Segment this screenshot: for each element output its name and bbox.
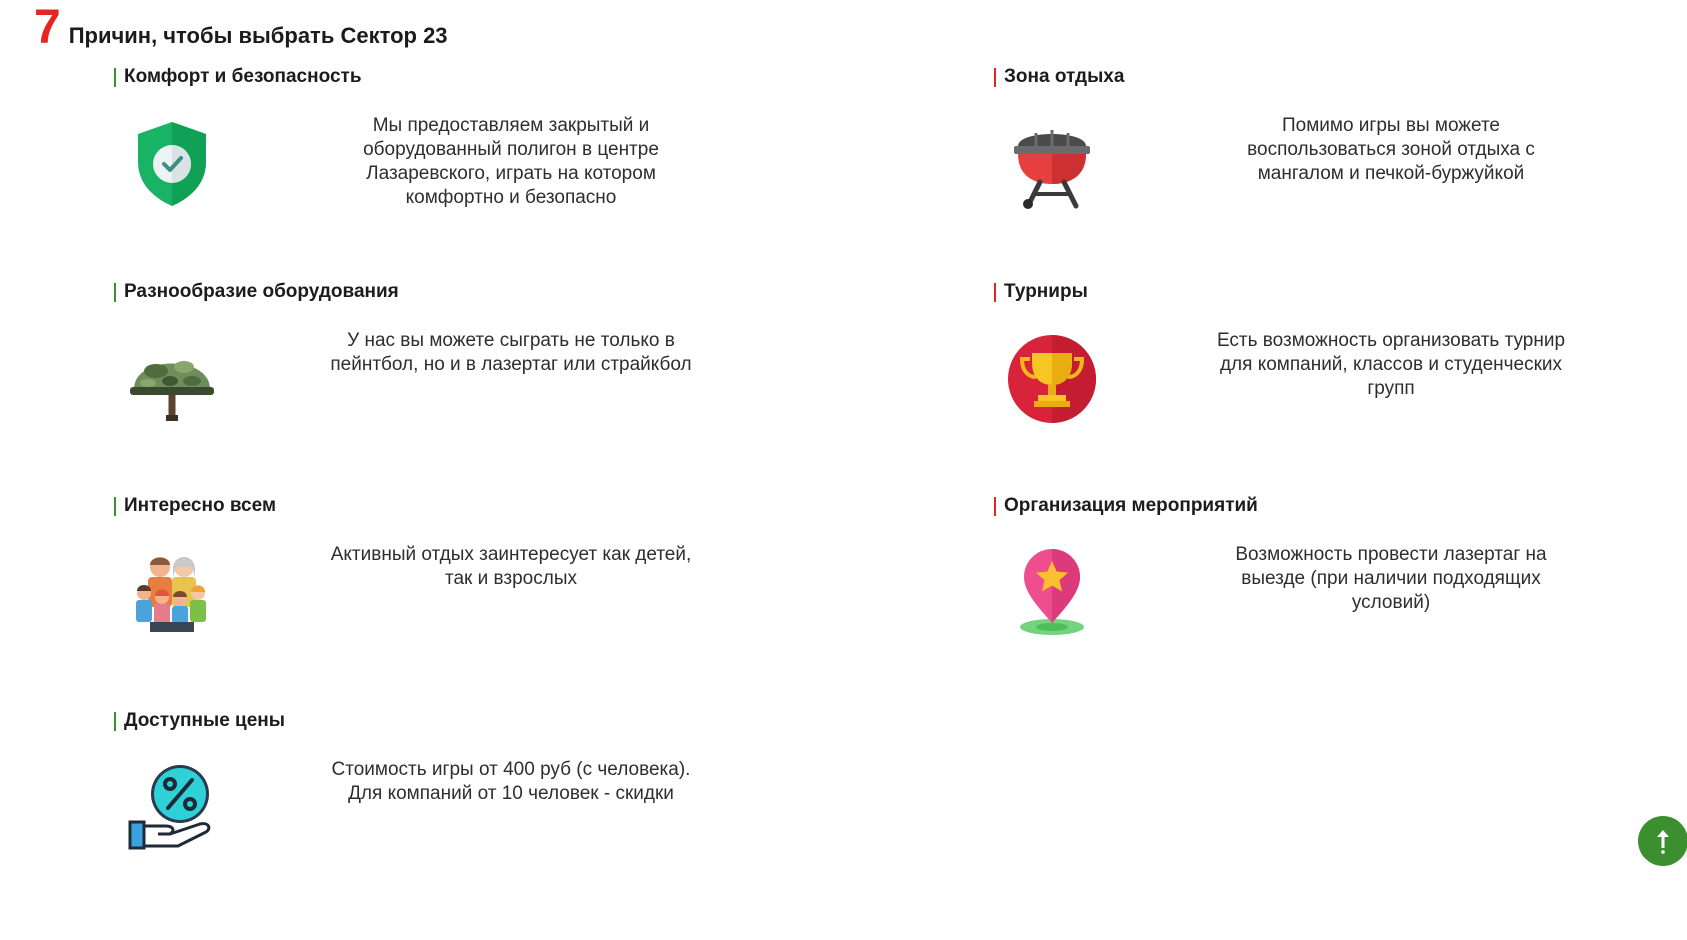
feature-title: Комфорт и безопасность [114, 66, 362, 88]
discount-hand-icon [126, 762, 218, 854]
scroll-to-top-button[interactable] [1638, 816, 1687, 866]
feature-tournaments: Турниры Есть возможность организовать ту… [994, 281, 1594, 481]
feature-title: Доступные цены [114, 710, 285, 732]
feature-rest-zone: Зона отдыха Помимо игры вы можете воспол… [994, 66, 1594, 266]
feature-title: Интересно всем [114, 495, 276, 517]
feature-comfort: Комфорт и безопасность Мы предоставляем … [114, 66, 714, 266]
feature-title: Турниры [994, 281, 1088, 303]
feature-title: Организация мероприятий [994, 495, 1258, 517]
shield-check-icon [126, 118, 218, 210]
page-heading: 7 Причин, чтобы выбрать Сектор 23 [34, 2, 448, 52]
feature-text: У нас вы можете сыграть не только в пейн… [330, 330, 692, 375]
arrow-up-icon [1657, 830, 1669, 854]
family-icon [126, 547, 218, 639]
feature-title: Зона отдыха [994, 66, 1124, 88]
feature-text: Возможность провести лазертаг на выезде … [1235, 544, 1547, 613]
heading-number: 7 [34, 1, 61, 54]
feature-title: Разнообразие оборудования [114, 281, 399, 303]
feature-text: Есть возможность организовать турнир для… [1216, 330, 1566, 399]
trophy-icon [1006, 333, 1098, 425]
feature-text: Активный отдых заинтересует как детей, т… [330, 544, 692, 589]
feature-for-everyone: Интересно всем Активный отдых заинтересу… [114, 495, 714, 695]
army-helmet-icon [126, 333, 218, 425]
heading-title: Причин, чтобы выбрать Сектор 23 [68, 23, 448, 48]
location-star-icon [1006, 547, 1098, 639]
grill-icon [1006, 118, 1098, 210]
feature-prices: Доступные цены Стоимость игры от 400 руб… [114, 710, 714, 910]
feature-text: Мы предоставляем закрытый и оборудованны… [363, 115, 659, 208]
feature-text: Стоимость игры от 400 руб (с человека). … [331, 759, 691, 804]
feature-equipment: Разнообразие оборудования У нас вы может… [114, 281, 714, 481]
feature-events: Организация мероприятий Возможность пров… [994, 495, 1594, 695]
feature-text: Помимо игры вы можете воспользоваться зо… [1247, 115, 1535, 184]
